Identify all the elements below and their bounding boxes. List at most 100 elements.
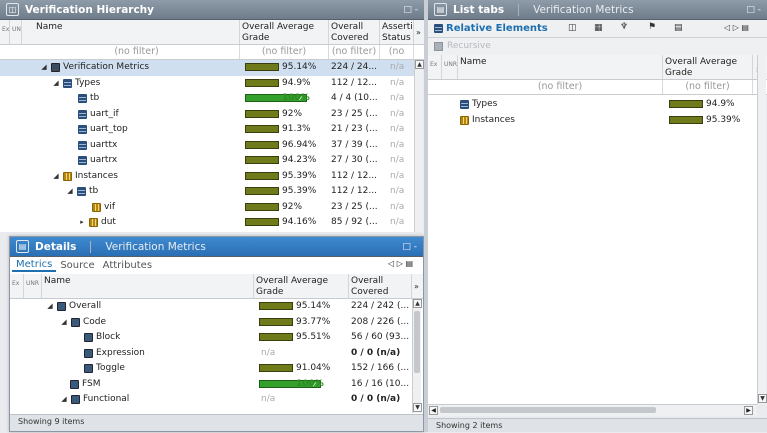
window-controls[interactable]: □ - bbox=[402, 242, 417, 252]
collapse-icon[interactable]: ◢ bbox=[40, 60, 48, 75]
col-unr[interactable]: UNR bbox=[442, 55, 458, 79]
col-grade[interactable]: Overall Average Grade bbox=[240, 20, 329, 44]
col-ex[interactable]: Ex bbox=[428, 55, 442, 79]
grade-pct: 100% bbox=[282, 93, 310, 103]
recursive-label: Recursive bbox=[447, 41, 491, 51]
list-subtitle: Verification Metrics bbox=[518, 3, 634, 16]
row-name: Types bbox=[472, 99, 498, 109]
col-covered[interactable]: Overall Covered bbox=[329, 20, 380, 44]
tree-row[interactable]: uarttx 96.94% 37 / 39 (... n/a bbox=[0, 138, 414, 154]
assert-value: n/a bbox=[390, 108, 405, 119]
row-name: Code bbox=[83, 316, 107, 327]
grade-bar bbox=[245, 125, 279, 133]
collapse-icon[interactable]: ◢ bbox=[46, 299, 54, 314]
covered-value: 152 / 166 (... bbox=[351, 363, 410, 373]
metric-row[interactable]: FSM 100% 16 / 16 (10... bbox=[10, 377, 411, 393]
col-grade[interactable]: Overall Average Grade bbox=[663, 55, 753, 79]
tree-row[interactable]: uart_if 92% 23 / 25 (... n/a bbox=[0, 107, 414, 123]
list-scrollbar[interactable]: ▼ bbox=[757, 55, 767, 404]
tab-source[interactable]: Source bbox=[56, 260, 98, 271]
tree-row[interactable]: uartrx 94.23% 27 / 30 (... n/a bbox=[0, 153, 414, 169]
save-icon[interactable]: ◫ bbox=[568, 23, 577, 33]
row-name: tb bbox=[89, 186, 99, 196]
grade-bar bbox=[259, 317, 293, 326]
filter-grade[interactable]: (no filter) bbox=[663, 80, 753, 94]
window-controls[interactable]: □ - bbox=[403, 5, 418, 15]
scroll-left-icon[interactable]: ◀ bbox=[429, 406, 438, 415]
tree-row[interactable]: uart_top 91.3% 21 / 23 (... n/a bbox=[0, 122, 414, 138]
columns-chevron-icon[interactable]: » bbox=[416, 28, 421, 37]
tree-row[interactable]: ◢ Types 94.9% 112 / 12... n/a bbox=[0, 76, 414, 92]
grade-pct: 100% bbox=[296, 378, 324, 389]
tab-relative-elements[interactable]: Relative Elements bbox=[434, 23, 548, 34]
list-hscrollbar[interactable]: ◀ ▶ bbox=[428, 404, 757, 416]
hierarchy-scrollbar[interactable]: ▲ bbox=[414, 60, 424, 232]
hscroll-thumb[interactable] bbox=[440, 407, 656, 413]
metric-row[interactable]: ◢ Overall 95.14% 224 / 242 (... bbox=[10, 299, 411, 315]
details-header: Ex UNR Name Overall Average Grade Overal… bbox=[10, 274, 423, 299]
col-name[interactable]: Name bbox=[42, 274, 254, 298]
details-scrollbar[interactable]: ▲ ▼ bbox=[412, 299, 422, 413]
metric-row[interactable]: Block 95.51% 56 / 60 (93... bbox=[10, 330, 411, 346]
col-assert[interactable]: Assertion Status bbox=[380, 20, 414, 44]
tab-attributes[interactable]: Attributes bbox=[99, 260, 156, 271]
tab-metrics[interactable]: Metrics bbox=[12, 259, 57, 272]
hierarchy-graph-icon[interactable]: ♆ bbox=[620, 22, 628, 32]
hierarchy-icon: ◫ bbox=[6, 3, 19, 16]
export-icon[interactable]: ▦ bbox=[594, 23, 603, 33]
collapse-icon[interactable]: ◢ bbox=[52, 76, 60, 91]
metric-row[interactable]: ◢ Code 93.77% 208 / 226 (... bbox=[10, 315, 411, 331]
collapse-icon[interactable]: ◢ bbox=[52, 169, 60, 184]
tree-row[interactable]: ◢ Instances 95.39% 112 / 12... n/a bbox=[0, 169, 414, 185]
nav-controls[interactable]: ◁ ▷ ▤ bbox=[388, 259, 413, 268]
scroll-thumb[interactable] bbox=[414, 311, 420, 373]
scroll-down-icon[interactable]: ▼ bbox=[413, 403, 422, 412]
recursive-checkbox[interactable] bbox=[434, 42, 443, 51]
scroll-up-icon[interactable]: ▲ bbox=[415, 60, 424, 69]
tree-row[interactable]: ◢ Verification Metrics 95.14% 224 / 24...… bbox=[0, 60, 414, 76]
grade-bar bbox=[245, 63, 279, 71]
col-name[interactable]: Name bbox=[458, 55, 663, 79]
metric-row[interactable]: Toggle 91.04% 152 / 166 (... bbox=[10, 361, 411, 377]
flag-icon[interactable]: ⚑ bbox=[648, 22, 656, 32]
filter-assert[interactable]: (no bbox=[380, 45, 414, 59]
col-ex[interactable]: Ex bbox=[10, 274, 24, 298]
metric-row[interactable]: Expression n/a 0 / 0 (n/a) bbox=[10, 346, 411, 362]
collapse-icon[interactable]: ◢ bbox=[66, 184, 74, 199]
table-icon[interactable]: ▤ bbox=[674, 23, 683, 33]
tree-row[interactable]: tb 100% 4 / 4 (10... n/a bbox=[0, 91, 414, 107]
window-controls[interactable]: □ - bbox=[746, 5, 761, 15]
scroll-down-icon[interactable]: ▼ bbox=[758, 394, 767, 403]
filter-name[interactable]: (no filter) bbox=[34, 45, 240, 59]
expand-icon[interactable]: ▸ bbox=[78, 215, 86, 230]
scroll-right-icon[interactable]: ▶ bbox=[744, 406, 753, 415]
collapse-icon[interactable]: ◢ bbox=[60, 315, 68, 330]
col-unr[interactable]: UNR bbox=[24, 274, 42, 298]
metric-row[interactable]: ◢ Functional n/a 0 / 0 (n/a) bbox=[10, 392, 411, 408]
filter-grade[interactable]: (no filter) bbox=[240, 45, 329, 59]
instances-icon bbox=[63, 171, 72, 181]
col-grade[interactable]: Overall Average Grade bbox=[254, 274, 349, 298]
col-unr[interactable]: UNR bbox=[10, 20, 22, 44]
tree-row[interactable]: vif 92% 23 / 25 (... n/a bbox=[0, 200, 414, 216]
covered-value: 112 / 12... bbox=[331, 170, 377, 181]
scroll-up-icon[interactable]: ▲ bbox=[413, 299, 422, 308]
covered-value: 0 / 0 (n/a) bbox=[351, 394, 401, 404]
grade-bar bbox=[669, 100, 703, 108]
assert-value: n/a bbox=[390, 62, 405, 72]
col-covered[interactable]: Overall Covered bbox=[349, 274, 412, 298]
nav-controls[interactable]: ◁ ▷ ▤ bbox=[724, 23, 749, 32]
list-item[interactable]: Instances 95.39% bbox=[428, 113, 757, 129]
tree-row[interactable]: ▸ dut 94.16% 85 / 92 (... n/a bbox=[0, 215, 414, 231]
filter-name[interactable]: (no filter) bbox=[458, 80, 663, 94]
grade-pct: 94.9% bbox=[282, 77, 311, 88]
col-name[interactable]: Name bbox=[34, 20, 240, 44]
collapse-icon[interactable]: ◢ bbox=[60, 392, 68, 407]
grade-bar bbox=[245, 187, 279, 195]
filter-covered[interactable]: (no filter) bbox=[329, 45, 380, 59]
col-ex[interactable]: Ex bbox=[0, 20, 10, 44]
list-item[interactable]: Types 94.9% bbox=[428, 97, 757, 113]
tree-row[interactable]: ◢ tb 95.39% 112 / 12... n/a bbox=[0, 184, 414, 200]
row-name: Overall bbox=[69, 301, 102, 311]
columns-chevron-icon[interactable]: » bbox=[414, 282, 419, 291]
